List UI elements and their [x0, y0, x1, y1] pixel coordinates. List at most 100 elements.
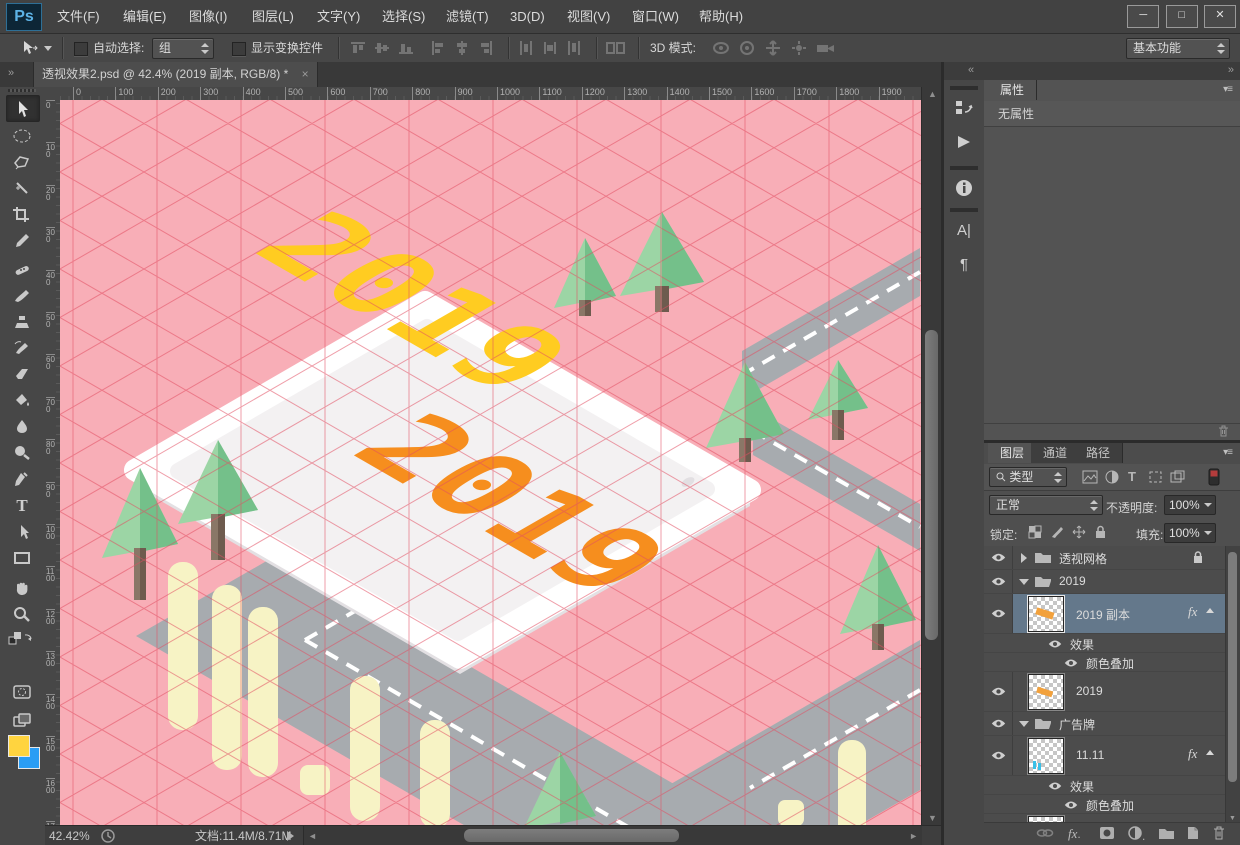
blend-mode-dropdown[interactable]: 正常 — [989, 495, 1103, 515]
visibility-toggle[interactable] — [984, 712, 1013, 735]
scroll-up-icon[interactable]: ▲ — [928, 89, 937, 99]
partial-layer-row[interactable] — [984, 814, 1240, 822]
close-button[interactable]: ✕ — [1204, 5, 1236, 28]
effects-header-row[interactable]: 效果 — [984, 634, 1240, 653]
menu-help[interactable]: 帮助(H) — [688, 0, 754, 33]
filter-shape-layers-icon[interactable] — [1148, 470, 1163, 487]
new-layer-icon[interactable] — [1186, 826, 1200, 843]
tool-preset-arrow[interactable] — [44, 46, 52, 51]
scroll-left-icon[interactable]: ◄ — [308, 831, 317, 841]
visibility-toggle[interactable] — [984, 570, 1013, 593]
filter-adjustment-layers-icon[interactable] — [1105, 470, 1119, 487]
menu-3d[interactable]: 3D(D) — [499, 0, 556, 33]
info-panel-icon[interactable] — [944, 172, 984, 204]
menu-window[interactable]: 窗口(W) — [621, 0, 690, 33]
3d-camera-icon[interactable] — [816, 40, 836, 59]
foreground-color[interactable] — [8, 735, 30, 757]
layers-scrollbar[interactable]: ▼ — [1225, 546, 1240, 822]
effect-row-color-overlay[interactable]: 颜色叠加 — [984, 795, 1240, 814]
3d-orbit-icon[interactable] — [712, 40, 730, 59]
rectangle-tool[interactable] — [6, 545, 38, 570]
collapse-panels-icon[interactable]: » — [1228, 64, 1234, 76]
collapse-effects-arrow[interactable] — [1206, 750, 1214, 755]
paragraph-panel-icon[interactable]: ¶ — [944, 248, 984, 280]
opacity-field[interactable]: 100% — [1164, 495, 1216, 515]
collapse-toolbar-icon[interactable]: » — [8, 67, 14, 79]
horizontal-scroll-thumb[interactable] — [464, 829, 679, 842]
align-bottom-edges-icon[interactable] — [398, 40, 414, 59]
crop-tool[interactable] — [6, 201, 38, 226]
lock-position-icon[interactable] — [1072, 525, 1086, 542]
pen-tool[interactable] — [6, 467, 38, 492]
healing-brush-tool[interactable] — [6, 257, 38, 282]
status-icon[interactable] — [101, 829, 115, 845]
menu-layer[interactable]: 图层(L) — [241, 0, 305, 33]
magic-wand-tool[interactable] — [6, 175, 38, 200]
lock-all-icon[interactable] — [1094, 524, 1107, 542]
auto-select-dropdown[interactable]: 组 — [152, 38, 214, 59]
actions-panel-icon[interactable] — [944, 126, 984, 158]
layer-row-billboard-group[interactable]: 广告牌 — [984, 712, 1240, 736]
dodge-tool[interactable] — [6, 439, 38, 464]
visibility-toggle[interactable] — [1064, 799, 1078, 813]
layers-scroll-thumb[interactable] — [1228, 552, 1237, 782]
menu-edit[interactable]: 编辑(E) — [112, 0, 177, 33]
menu-type[interactable]: 文字(Y) — [306, 0, 371, 33]
fx-badge[interactable]: fx — [1188, 604, 1197, 620]
auto-select-checkbox[interactable] — [74, 42, 88, 56]
menu-file[interactable]: 文件(F) — [46, 0, 111, 33]
marquee-tool[interactable] — [6, 123, 38, 148]
blur-tool[interactable] — [6, 413, 38, 438]
lock-pixels-icon[interactable] — [1050, 525, 1064, 542]
effects-header-row[interactable]: 效果 — [984, 776, 1240, 795]
visibility-toggle[interactable] — [1048, 638, 1062, 652]
expand-panels-icon[interactable]: « — [968, 64, 974, 76]
tab-close-icon[interactable]: × — [302, 67, 309, 81]
maximize-button[interactable]: □ — [1166, 5, 1198, 28]
menu-filter[interactable]: 滤镜(T) — [435, 0, 500, 33]
new-group-icon[interactable] — [1158, 826, 1175, 843]
layer-row-2019[interactable]: 2019 — [984, 672, 1240, 712]
menu-select[interactable]: 选择(S) — [371, 0, 436, 33]
character-panel-icon[interactable]: A| — [944, 214, 984, 246]
visibility-toggle[interactable] — [984, 546, 1013, 569]
eraser-tool[interactable] — [6, 361, 38, 386]
expand-arrow[interactable] — [1021, 553, 1027, 563]
effect-row-color-overlay[interactable]: 颜色叠加 — [984, 653, 1240, 672]
canvas-vertical-scrollbar[interactable]: ▲ ▼ — [921, 87, 942, 825]
canvas-horizontal-scrollbar[interactable]: ◄ ► — [303, 826, 922, 845]
distribute-top-edges-icon[interactable] — [518, 40, 534, 59]
screen-mode-button[interactable] — [6, 707, 38, 732]
minimize-button[interactable]: ─ — [1127, 5, 1159, 28]
eyedropper-tool[interactable] — [6, 227, 38, 252]
distribute-bottom-edges-icon[interactable] — [566, 40, 582, 59]
move-tool[interactable] — [6, 95, 40, 122]
align-horizontal-centers-icon[interactable] — [454, 40, 470, 59]
ruler-corner[interactable] — [45, 87, 61, 101]
panel-menu-icon[interactable]: ▾≡ — [1223, 447, 1232, 458]
scroll-down-icon[interactable]: ▼ — [1229, 815, 1236, 822]
fx-badge[interactable]: fx — [1188, 746, 1197, 762]
align-left-edges-icon[interactable] — [430, 40, 446, 59]
tab-paths[interactable]: 路径 — [1074, 443, 1123, 463]
panel-menu-icon[interactable]: ▾≡ — [1223, 84, 1232, 95]
layer-row-2019-group[interactable]: 2019 — [984, 570, 1240, 594]
filter-type-layers-icon[interactable]: T — [1128, 469, 1136, 484]
filter-pixel-layers-icon[interactable] — [1082, 470, 1098, 487]
zoom-level-field[interactable]: 42.42% — [49, 826, 90, 845]
filter-smart-objects-icon[interactable] — [1170, 470, 1185, 487]
visibility-toggle[interactable] — [1048, 780, 1062, 794]
show-transform-checkbox[interactable] — [232, 42, 246, 56]
visibility-toggle[interactable] — [1064, 657, 1078, 671]
tab-layers[interactable]: 图层 — [988, 443, 1037, 463]
layer-thumbnail[interactable] — [1028, 738, 1064, 774]
layer-row-perspective-grid[interactable]: 透视网格 — [984, 546, 1240, 570]
lasso-tool[interactable] — [6, 149, 38, 174]
menu-image[interactable]: 图像(I) — [178, 0, 238, 33]
path-selection-tool[interactable] — [6, 519, 38, 544]
align-right-edges-icon[interactable] — [478, 40, 494, 59]
3d-slide-icon[interactable] — [790, 40, 808, 59]
link-layers-icon[interactable] — [1036, 826, 1054, 843]
workspace-switcher[interactable]: 基本功能 — [1126, 38, 1230, 59]
vertical-scroll-thumb[interactable] — [925, 330, 938, 640]
